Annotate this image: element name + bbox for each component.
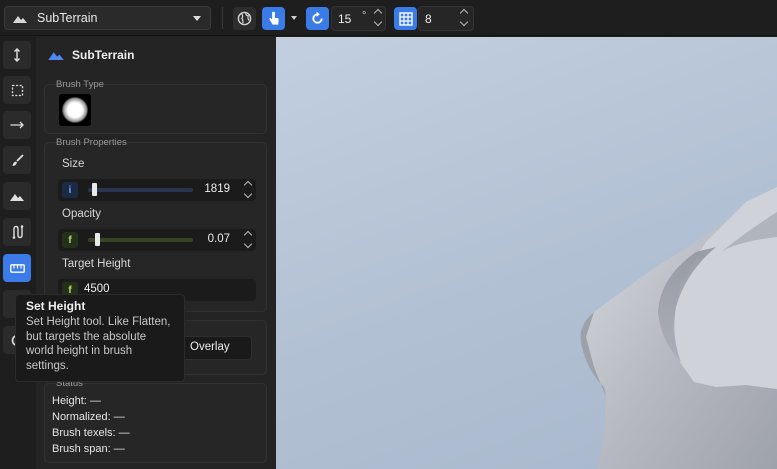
status-brush-span: Brush span: — xyxy=(52,443,125,455)
pointer-mode-button[interactable] xyxy=(262,7,285,30)
world-space-button[interactable] xyxy=(233,7,256,30)
tool-tooltip: Set Height Set Height tool. Like Flatten… xyxy=(15,294,185,382)
globe-icon xyxy=(237,11,252,26)
smooth-tool-button[interactable] xyxy=(3,111,31,139)
toolbar-divider xyxy=(222,7,223,29)
rotation-spinner[interactable] xyxy=(373,8,383,27)
brush-icon xyxy=(12,153,24,166)
size-value[interactable]: 1819 xyxy=(174,183,230,195)
selection-tool-button[interactable] xyxy=(3,76,31,104)
tool-column xyxy=(0,37,36,469)
mountain-icon xyxy=(13,15,27,23)
tooltip-body: Set Height tool. Like Flatten, but targe… xyxy=(26,316,171,372)
terrain-selector-label: SubTerrain xyxy=(37,11,98,25)
brush-thumbnail[interactable] xyxy=(59,94,91,126)
vertical-arrows-icon xyxy=(14,48,20,62)
opacity-label: Opacity xyxy=(62,208,101,220)
opacity-slider-knob[interactable] xyxy=(95,233,101,246)
size-slider-field[interactable]: i 1819 xyxy=(58,179,256,201)
size-spinner[interactable] xyxy=(243,180,253,199)
brush-properties-label: Brush Properties xyxy=(56,137,127,148)
rotate-icon xyxy=(312,11,323,24)
grid-icon xyxy=(398,11,413,26)
grid-size-value: 8 xyxy=(425,12,432,26)
rotation-snap-toggle[interactable] xyxy=(306,7,329,30)
mountain-icon xyxy=(48,52,64,60)
top-toolbar: SubTerrain 15 ° 8 xyxy=(0,0,777,36)
paint-tool-button[interactable] xyxy=(3,146,31,174)
grid-spinner[interactable] xyxy=(459,8,469,27)
size-label: Size xyxy=(62,158,85,170)
set-height-tool-button[interactable] xyxy=(3,254,31,282)
tooltip-title: Set Height xyxy=(26,299,86,313)
float-type-badge: f xyxy=(62,232,78,248)
ramp-tool-button[interactable] xyxy=(3,218,31,246)
grid-snap-toggle[interactable] xyxy=(394,7,417,30)
rotation-snap-value: 15 xyxy=(338,12,352,26)
opacity-slider-field[interactable]: f 0.07 xyxy=(58,229,256,251)
terrain-mesh xyxy=(580,187,777,469)
terrain-selector[interactable]: SubTerrain xyxy=(4,6,211,30)
degree-unit: ° xyxy=(362,10,367,22)
status-normalized: Normalized: — xyxy=(52,411,125,423)
status-brush-texels: Brush texels: — xyxy=(52,427,130,439)
hand-pointer-icon xyxy=(268,11,279,25)
raise-lower-tool-button[interactable] xyxy=(3,41,31,69)
int-type-badge: i xyxy=(62,182,78,198)
ruler-icon xyxy=(9,263,25,273)
overlay-button[interactable]: Overlay xyxy=(180,336,252,360)
pointer-mode-dropdown-icon[interactable] xyxy=(291,16,297,20)
opacity-value[interactable]: 0.07 xyxy=(174,233,230,245)
terrain-tool-button[interactable] xyxy=(3,182,31,210)
mountain-icon xyxy=(10,193,24,201)
grid-size-field[interactable]: 8 xyxy=(418,6,474,31)
panel-header: SubTerrain xyxy=(48,48,134,62)
rotation-snap-field[interactable]: 15 ° xyxy=(331,6,386,31)
status-height: Height: — xyxy=(52,395,101,407)
path-icon xyxy=(12,225,23,239)
brush-type-label: Brush Type xyxy=(56,79,104,90)
panel-title: SubTerrain xyxy=(72,48,135,62)
chevron-down-icon xyxy=(193,16,201,21)
scene-viewport[interactable] xyxy=(276,37,777,469)
arrow-right-icon xyxy=(10,121,24,129)
opacity-spinner[interactable] xyxy=(243,230,253,249)
dashed-rect-icon xyxy=(11,84,23,96)
size-slider-knob[interactable] xyxy=(92,183,98,196)
target-height-label: Target Height xyxy=(62,258,131,270)
